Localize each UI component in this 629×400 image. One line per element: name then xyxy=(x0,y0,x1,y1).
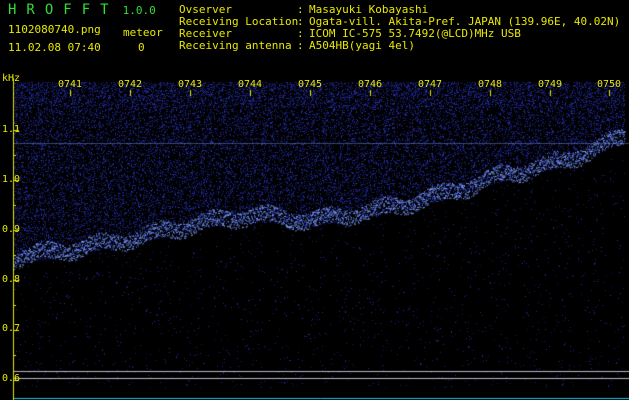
y-tick-label: 0.7 xyxy=(2,323,21,334)
info-key: Receiving antenna xyxy=(179,39,292,52)
y-tick-label: 0.8 xyxy=(2,274,21,285)
header-panel: HROFFT 1.0.0 1102080740.png 11.02.08 07:4… xyxy=(0,0,629,68)
file-name: 1102080740.png xyxy=(8,23,101,36)
time-tick-label: 0746 xyxy=(357,79,383,90)
y-tick-label: 1.0 xyxy=(2,174,21,185)
time-tick-label: 0745 xyxy=(297,79,323,90)
time-tick-label: 0742 xyxy=(117,79,143,90)
station-info: Ovserver: Masayuki Kobayashi Receiving Lo… xyxy=(179,4,620,52)
time-tick-label: 0743 xyxy=(177,79,203,90)
info-separator: : xyxy=(297,39,304,52)
capture-datetime: 11.02.08 07:40 xyxy=(8,41,101,54)
meteor-count: 0 xyxy=(138,41,145,54)
spectrogram-canvas xyxy=(0,68,629,400)
app-title: HROFFT 1.0.0 xyxy=(8,2,156,18)
app-logo: HROFFT xyxy=(8,2,119,18)
time-tick-label: 0741 xyxy=(57,79,83,90)
app-version: 1.0.0 xyxy=(122,4,156,17)
info-row-antenna: Receiving antenna: A504HB(yagi 4el) xyxy=(179,40,620,52)
time-tick-label: 0750 xyxy=(596,79,622,90)
time-tick-label: 0748 xyxy=(477,79,503,90)
time-tick-label: 0749 xyxy=(537,79,563,90)
y-tick-label: 0.6 xyxy=(2,373,21,384)
y-tick-label: 0.9 xyxy=(2,224,21,235)
mode-label: meteor xyxy=(123,26,163,39)
time-tick-label: 0744 xyxy=(237,79,263,90)
info-value: A504HB(yagi 4el) xyxy=(309,39,415,52)
time-tick-label: 0747 xyxy=(417,79,443,90)
y-axis-unit: kHz xyxy=(2,73,21,84)
y-tick-label: 1.1 xyxy=(2,124,21,135)
